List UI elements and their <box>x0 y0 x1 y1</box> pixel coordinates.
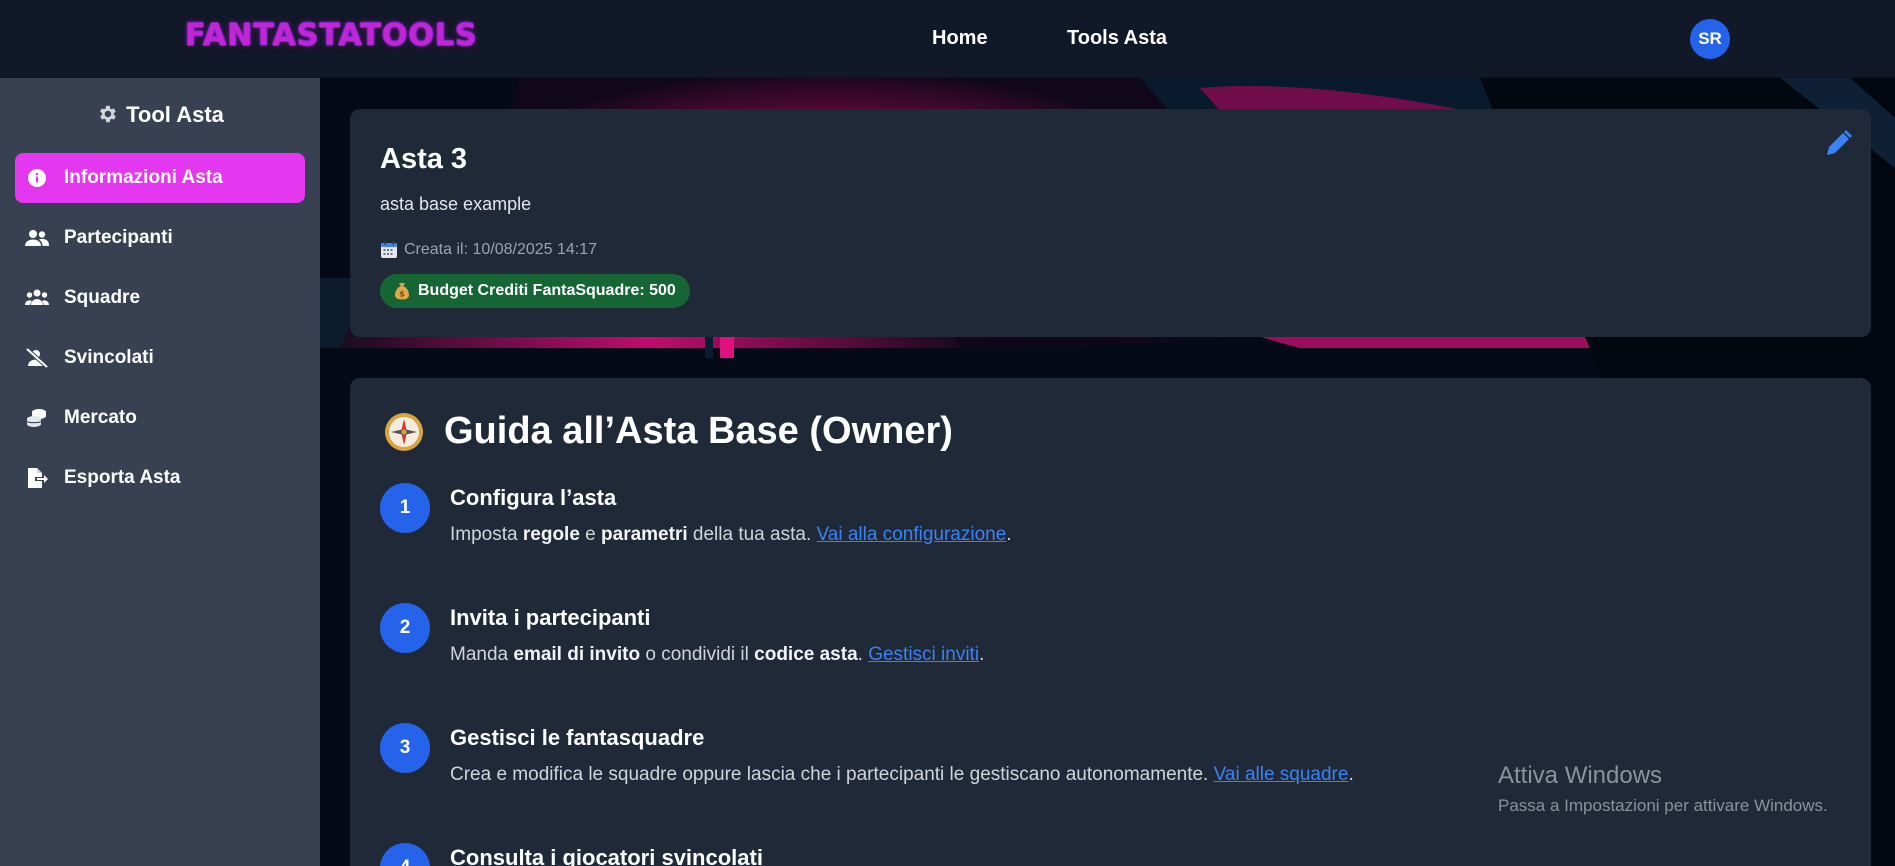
step-text-part: Imposta <box>450 524 523 545</box>
step-description: Manda email di invito o condividi il cod… <box>450 644 984 666</box>
windows-activation-watermark: Attiva Windows Passa a Impostazioni per … <box>1498 762 1828 816</box>
money-bag-icon: $ <box>395 283 409 300</box>
step-title: Consulta i giocatori svincolati <box>450 845 763 866</box>
asta-title: Asta 3 <box>380 143 468 175</box>
user-slash-icon <box>25 346 49 370</box>
sidebar-item-label: Informazioni Asta <box>64 167 223 188</box>
step-title: Invita i partecipanti <box>450 605 651 630</box>
step-text-part: Manda <box>450 644 514 665</box>
top-navbar: FANTASTATOOLS Home Tools Asta SR <box>0 0 1895 78</box>
budget-badge: $ Budget Crediti FantaSquadre: 500 <box>380 274 690 308</box>
sidebar: Tool Asta Informazioni Asta Partecipanti… <box>0 78 320 866</box>
sidebar-item-informazioni-asta[interactable]: Informazioni Asta <box>15 153 305 203</box>
created-date: Creata il: 10/08/2025 14:17 <box>380 241 597 259</box>
step-text-part: . <box>979 644 985 665</box>
sidebar-item-label: Svincolati <box>64 347 154 368</box>
users-icon <box>25 226 49 250</box>
budget-text: Budget Crediti FantaSquadre: 500 <box>418 282 676 299</box>
step-text-part: . <box>1348 764 1354 785</box>
coins-icon <box>25 406 49 430</box>
sidebar-item-esporta-asta[interactable]: Esporta Asta <box>15 453 305 503</box>
guide-title: Guida all’Asta Base (Owner) <box>384 410 953 453</box>
step-title: Configura l’asta <box>450 485 617 510</box>
gear-icon <box>100 105 116 123</box>
step-description: Crea e modifica le squadre oppure lascia… <box>450 764 1354 786</box>
step-number: 2 <box>380 603 430 653</box>
guide-title-text: Guida all’Asta Base (Owner) <box>444 410 953 452</box>
sidebar-item-partecipanti[interactable]: Partecipanti <box>15 213 305 263</box>
step-text-bold: codice asta <box>754 644 858 665</box>
pencil-icon[interactable] <box>1823 129 1853 159</box>
user-avatar[interactable]: SR <box>1690 19 1730 59</box>
step-text-part: e <box>579 524 602 545</box>
manage-invites-link[interactable]: Gestisci inviti <box>868 644 979 665</box>
sidebar-item-label: Squadre <box>64 287 141 308</box>
info-icon <box>25 166 49 190</box>
step-text-bold: email di invito <box>513 644 641 665</box>
nav-home-link[interactable]: Home <box>932 27 988 50</box>
sidebar-item-squadre[interactable]: Squadre <box>15 273 305 323</box>
compass-icon <box>385 412 423 451</box>
step-title: Gestisci le fantasquadre <box>450 725 705 750</box>
teams-link[interactable]: Vai alle squadre <box>1214 764 1349 785</box>
step-text-bold: parametri <box>601 524 688 545</box>
step-text-bold: regole <box>522 524 580 545</box>
step-description: Imposta regole e parametri della tua ast… <box>450 524 1012 546</box>
watermark-title: Attiva Windows <box>1498 762 1663 789</box>
app-logo[interactable]: FANTASTATOOLS <box>185 18 478 53</box>
nav-tools-asta-link[interactable]: Tools Asta <box>1067 27 1167 50</box>
step-text-part: o condividi il <box>640 644 755 665</box>
file-export-icon <box>25 466 49 490</box>
team-icon <box>25 286 49 310</box>
step-number: 1 <box>380 483 430 533</box>
step-text-part: . <box>857 644 869 665</box>
created-date-text: Creata il: 10/08/2025 14:17 <box>404 241 598 258</box>
sidebar-title-text: Tool Asta <box>126 102 224 127</box>
sidebar-item-svincolati[interactable]: Svincolati <box>15 333 305 383</box>
step-number: 4 <box>380 843 430 866</box>
step-number: 3 <box>380 723 430 773</box>
sidebar-item-label: Esporta Asta <box>64 467 181 488</box>
svg-text:$: $ <box>399 290 405 299</box>
step-text-part: . <box>1006 524 1012 545</box>
calendar-icon <box>381 241 397 258</box>
sidebar-item-label: Mercato <box>64 407 137 428</box>
sidebar-title: Tool Asta <box>0 102 320 128</box>
asta-description: asta base example <box>380 194 532 214</box>
sidebar-item-label: Partecipanti <box>64 227 173 248</box>
sidebar-item-mercato[interactable]: Mercato <box>15 393 305 443</box>
asta-info-card: Asta 3 asta base example Creata il: 10/0… <box>350 109 1871 337</box>
watermark-subtitle: Passa a Impostazioni per attivare Window… <box>1498 796 1828 815</box>
config-link[interactable]: Vai alla configurazione <box>817 524 1007 545</box>
step-text-part: della tua asta. <box>687 524 817 545</box>
step-text-part: Crea e modifica le squadre oppure lascia… <box>450 764 1214 785</box>
